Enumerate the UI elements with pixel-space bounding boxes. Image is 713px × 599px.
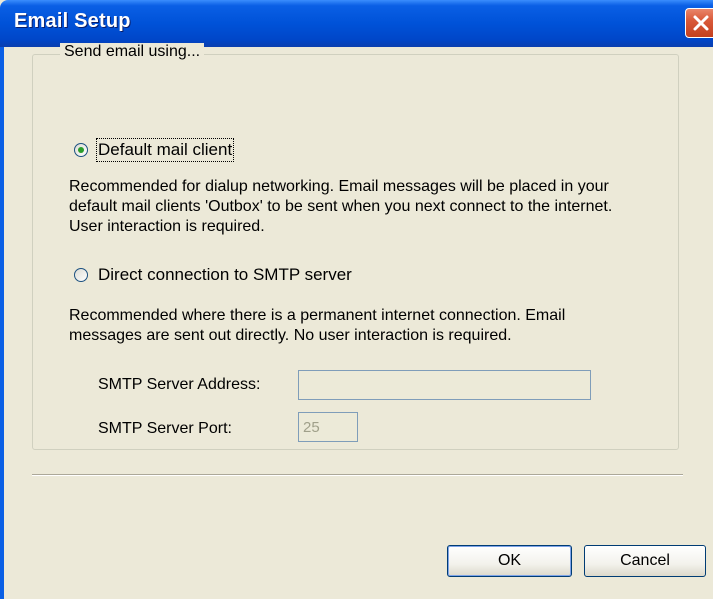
smtp-description-line: messages are sent out directly. No user …	[69, 327, 512, 344]
window-title: Email Setup	[14, 10, 131, 32]
email-setup-dialog: Email Setup Send email using... Default …	[0, 0, 713, 599]
smtp-address-label: SMTP Server Address:	[98, 376, 261, 393]
default-client-description: Recommended for dialup networking. Email…	[69, 177, 612, 237]
ok-button[interactable]: OK	[447, 545, 572, 577]
default-client-description-line: default mail clients 'Outbox' to be sent…	[69, 198, 613, 215]
close-icon	[693, 15, 709, 31]
group-legend: Send email using...	[60, 43, 205, 61]
default-mail-client-option[interactable]: Default mail client	[74, 138, 235, 162]
smtp-address-input[interactable]	[298, 370, 591, 400]
smtp-connection-label[interactable]: Direct connection to SMTP server	[98, 265, 352, 285]
smtp-port-input[interactable]	[298, 412, 358, 442]
smtp-port-label: SMTP Server Port:	[98, 420, 232, 437]
smtp-connection-radio[interactable]	[74, 268, 88, 282]
button-separator	[32, 474, 683, 476]
default-client-description-line: Recommended for dialup networking. Email…	[69, 178, 609, 195]
default-client-description-line: User interaction is required.	[69, 218, 265, 235]
smtp-description: Recommended where there is a permanent i…	[69, 306, 565, 346]
default-mail-client-label[interactable]: Default mail client	[95, 138, 235, 162]
smtp-description-line: Recommended where there is a permanent i…	[69, 307, 566, 324]
title-bar[interactable]: Email Setup	[0, 0, 713, 47]
smtp-connection-option[interactable]: Direct connection to SMTP server	[74, 265, 352, 285]
default-mail-client-radio[interactable]	[74, 143, 88, 157]
cancel-button[interactable]: Cancel	[584, 545, 706, 577]
close-button[interactable]	[685, 8, 713, 38]
